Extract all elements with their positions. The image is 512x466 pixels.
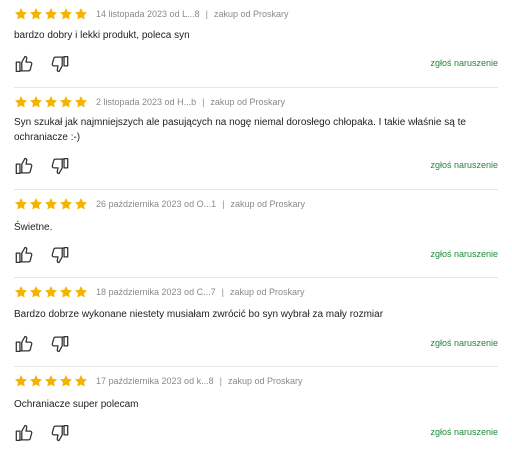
star-icon bbox=[44, 197, 58, 211]
review-date: 2 listopada 2023 od H...b bbox=[96, 97, 197, 107]
review-actions: zgłoś naruszenie bbox=[14, 244, 498, 266]
review-date: 26 października 2023 od O...1 bbox=[96, 199, 217, 209]
separator: | bbox=[219, 376, 222, 386]
review-actions: zgłoś naruszenie bbox=[14, 53, 498, 75]
star-icon bbox=[44, 95, 58, 109]
review-meta: 14 listopada 2023 od L...8 | zakup od Pr… bbox=[14, 6, 288, 22]
review-item: 17 października 2023 od k...8 | zakup od… bbox=[14, 367, 498, 466]
review-purchase-source: zakup od Proskary bbox=[213, 9, 289, 19]
rating-stars bbox=[14, 95, 88, 109]
star-icon bbox=[14, 95, 28, 109]
thumbs-up-icon[interactable] bbox=[14, 244, 36, 266]
star-icon bbox=[14, 374, 28, 388]
star-icon bbox=[44, 7, 58, 21]
review-item: 2 listopada 2023 od H...b | zakup od Pro… bbox=[14, 88, 498, 190]
rating-stars bbox=[14, 285, 88, 299]
separator: | bbox=[222, 199, 225, 209]
review-meta: 18 października 2023 od C...7 | zakup od… bbox=[14, 284, 304, 300]
rating-stars bbox=[14, 374, 88, 388]
review-date: 14 listopada 2023 od L...8 bbox=[96, 9, 200, 19]
thumbs-up-icon[interactable] bbox=[14, 422, 36, 444]
review-purchase-source: zakup od Proskary bbox=[230, 199, 305, 209]
thumbs-up-icon[interactable] bbox=[14, 53, 36, 75]
star-icon bbox=[14, 285, 28, 299]
reviews-list: 14 listopada 2023 od L...8 | zakup od Pr… bbox=[0, 0, 512, 466]
star-icon bbox=[74, 374, 88, 388]
review-text: bardzo dobry i lekki produkt, poleca syn bbox=[14, 30, 190, 41]
report-link[interactable]: zgłoś naruszenie bbox=[430, 160, 498, 170]
star-icon bbox=[74, 197, 88, 211]
star-icon bbox=[29, 374, 43, 388]
review-text: Bardzo dobrze wykonane niestety musiałam… bbox=[14, 309, 384, 320]
rating-stars bbox=[14, 7, 88, 21]
review-item: 14 listopada 2023 od L...8 | zakup od Pr… bbox=[14, 0, 498, 88]
rating-stars bbox=[14, 197, 88, 211]
star-icon bbox=[14, 7, 28, 21]
separator: | bbox=[202, 97, 205, 107]
star-icon bbox=[74, 7, 88, 21]
star-icon bbox=[59, 285, 73, 299]
review-actions: zgłoś naruszenie bbox=[14, 333, 498, 355]
review-purchase-source: zakup od Proskary bbox=[227, 376, 303, 386]
report-link[interactable]: zgłoś naruszenie bbox=[430, 58, 498, 68]
review-date: 17 października 2023 od k...8 bbox=[96, 376, 214, 386]
star-icon bbox=[29, 95, 43, 109]
star-icon bbox=[59, 95, 73, 109]
separator: | bbox=[221, 287, 224, 297]
thumbs-down-icon[interactable] bbox=[48, 244, 70, 266]
separator: | bbox=[205, 9, 208, 19]
star-icon bbox=[59, 374, 73, 388]
star-icon bbox=[14, 197, 28, 211]
star-icon bbox=[44, 374, 58, 388]
review-meta: 2 listopada 2023 od H...b | zakup od Pro… bbox=[14, 94, 285, 110]
thumbs-up-icon[interactable] bbox=[14, 155, 36, 177]
review-actions: zgłoś naruszenie bbox=[14, 155, 498, 177]
thumbs-down-icon[interactable] bbox=[48, 333, 70, 355]
star-icon bbox=[29, 197, 43, 211]
star-icon bbox=[74, 95, 88, 109]
report-link[interactable]: zgłoś naruszenie bbox=[430, 427, 498, 437]
review-actions: zgłoś naruszenie bbox=[14, 422, 498, 444]
star-icon bbox=[44, 285, 58, 299]
review-purchase-source: zakup od Proskary bbox=[229, 287, 305, 297]
report-link[interactable]: zgłoś naruszenie bbox=[430, 249, 498, 259]
review-purchase-source: zakup od Proskary bbox=[210, 97, 285, 107]
star-icon bbox=[59, 7, 73, 21]
star-icon bbox=[29, 285, 43, 299]
review-item: 26 października 2023 od O...1 | zakup od… bbox=[14, 190, 498, 278]
review-meta: 17 października 2023 od k...8 | zakup od… bbox=[14, 373, 302, 389]
review-text: Świetne. bbox=[14, 222, 53, 233]
star-icon bbox=[59, 197, 73, 211]
thumbs-up-icon[interactable] bbox=[14, 333, 36, 355]
report-link[interactable]: zgłoś naruszenie bbox=[430, 338, 498, 348]
review-text: Ochraniacze super polecam bbox=[14, 399, 139, 410]
star-icon bbox=[29, 7, 43, 21]
thumbs-down-icon[interactable] bbox=[48, 53, 70, 75]
thumbs-down-icon[interactable] bbox=[48, 422, 70, 444]
review-item: 18 października 2023 od C...7 | zakup od… bbox=[14, 278, 498, 367]
review-text: Syn szukał jak najmniejszych ale pasując… bbox=[14, 117, 466, 143]
review-meta: 26 października 2023 od O...1 | zakup od… bbox=[14, 196, 305, 212]
thumbs-down-icon[interactable] bbox=[48, 155, 70, 177]
review-date: 18 października 2023 od C...7 bbox=[96, 287, 216, 297]
star-icon bbox=[74, 285, 88, 299]
